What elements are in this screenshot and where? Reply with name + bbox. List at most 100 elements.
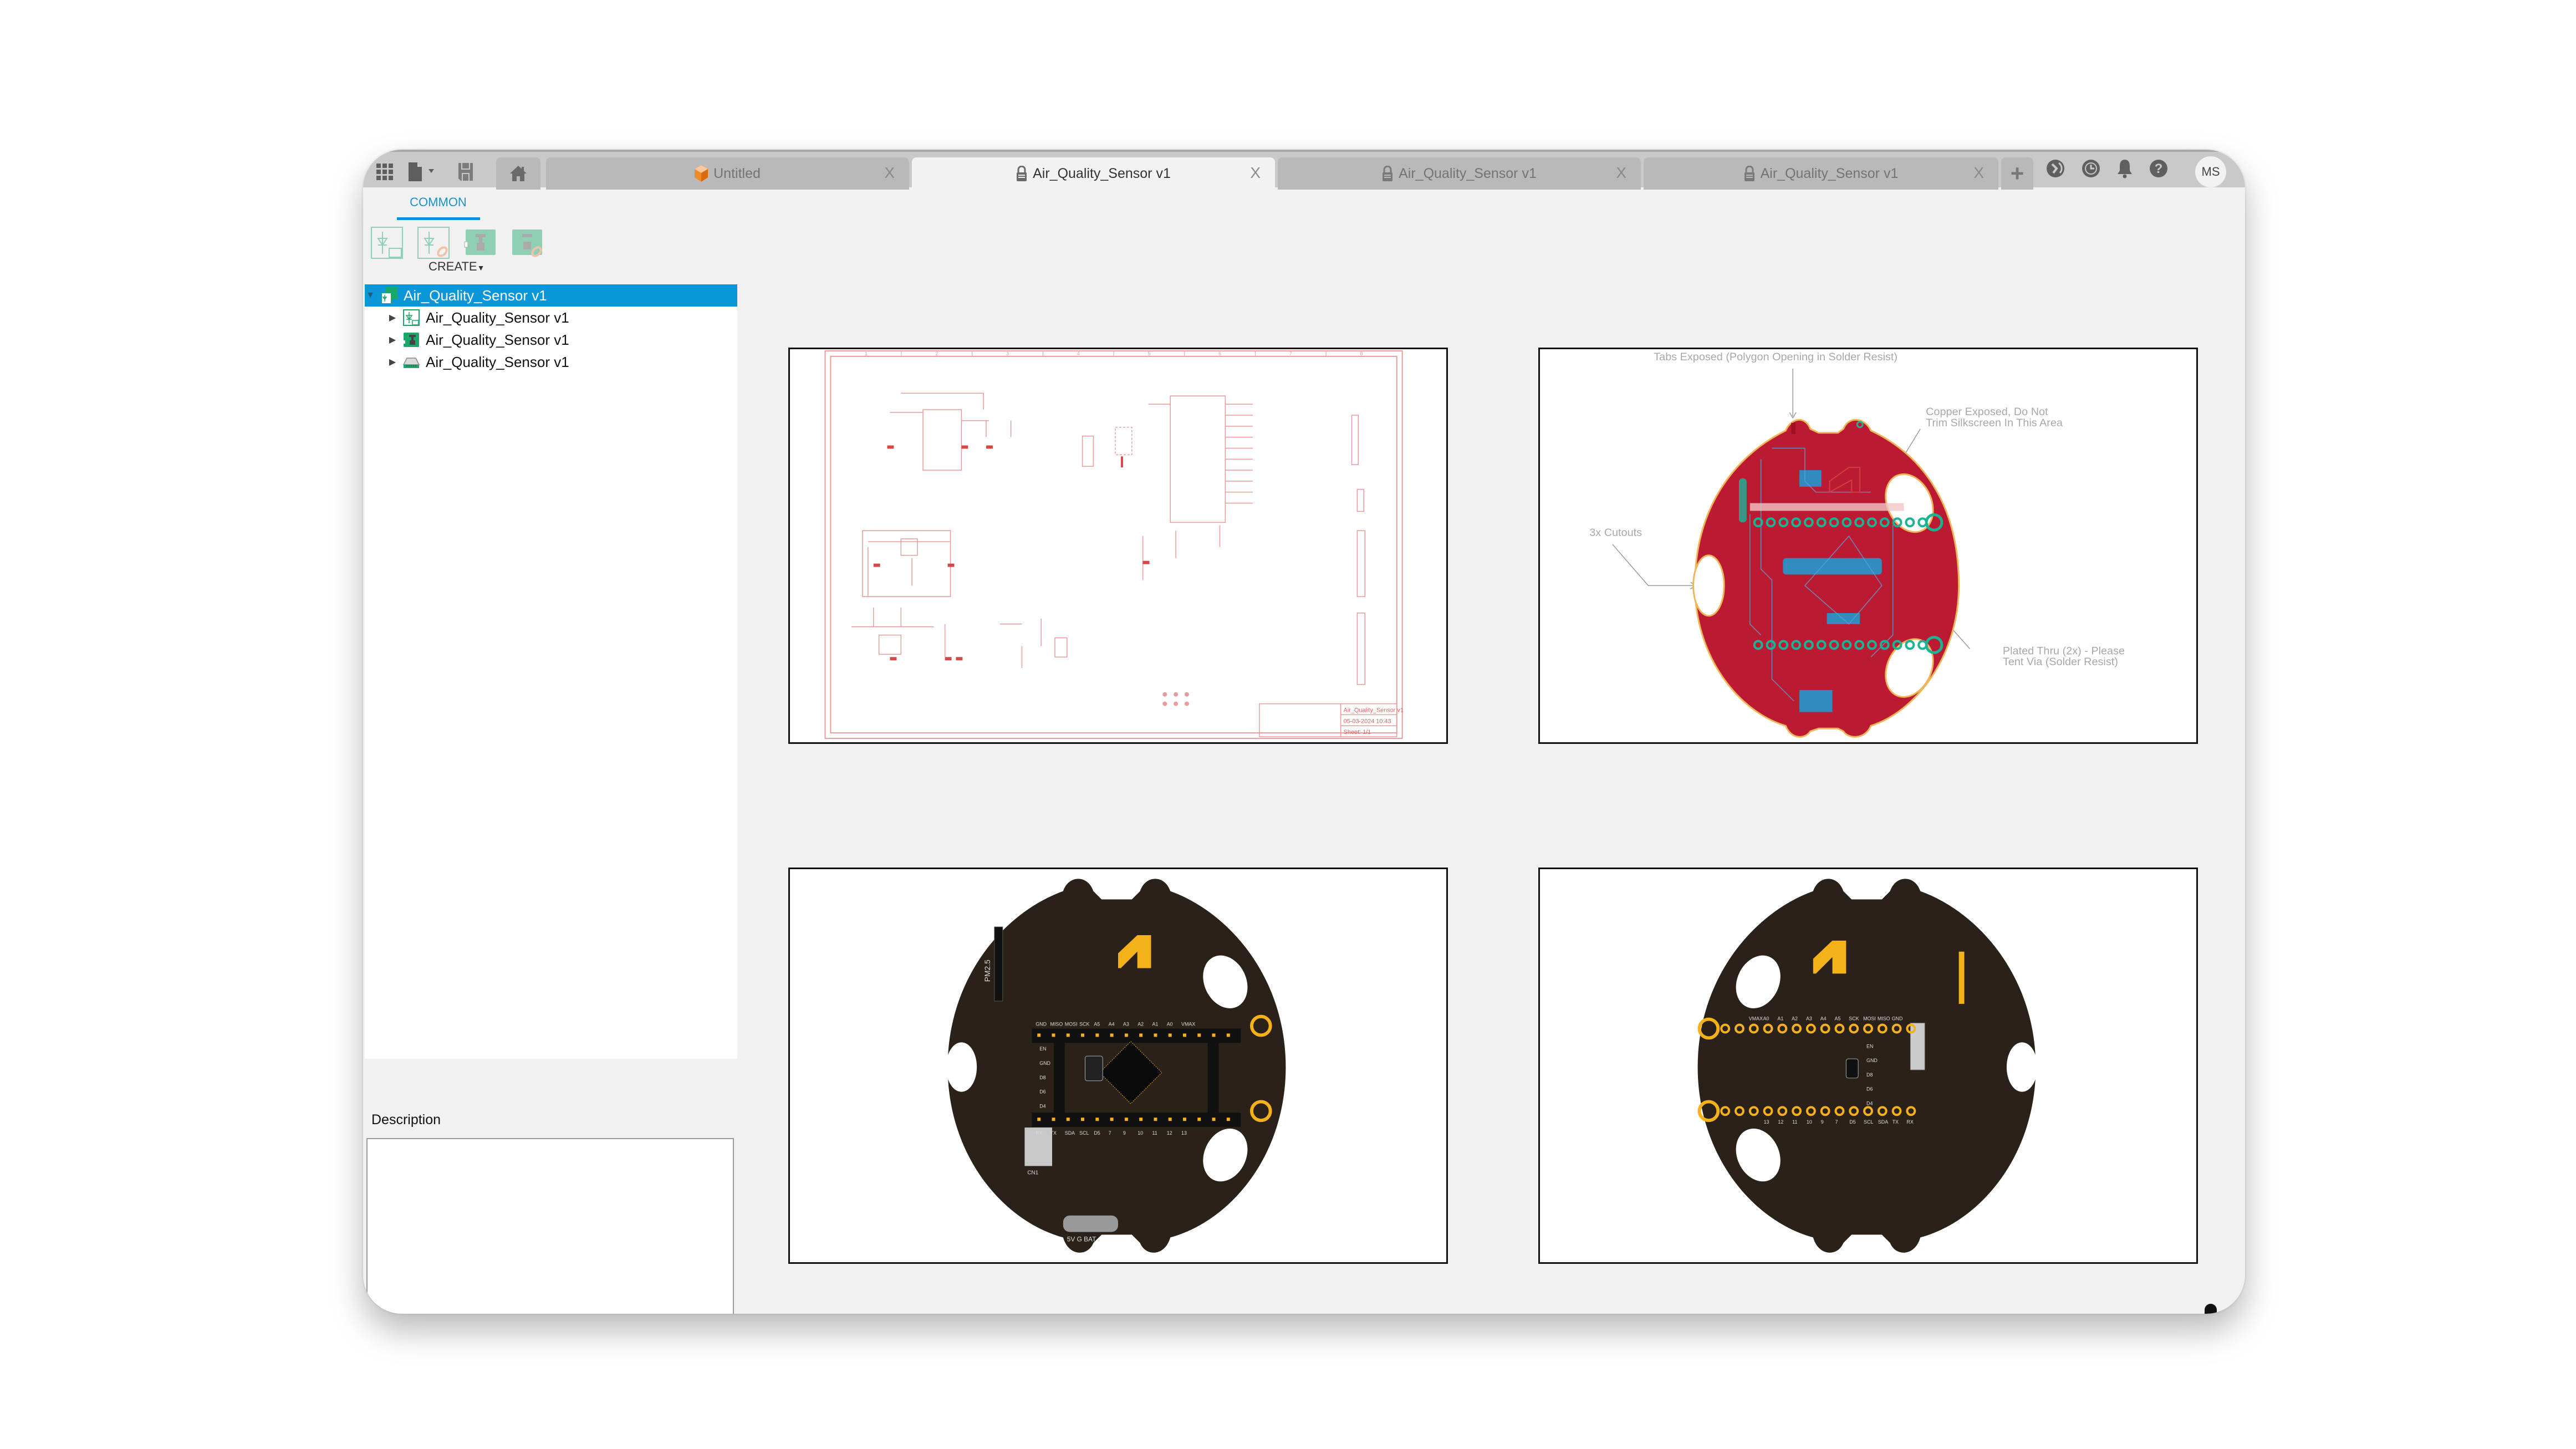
annotation-copper-exposed-2: Trim Silkscreen In This Area bbox=[1926, 417, 2063, 429]
column-mark: 4 bbox=[1077, 351, 1080, 356]
side-label: D6 bbox=[1039, 1089, 1045, 1095]
left-panel: COMMON CREATE▼ ▼ Air_Quality_Sensor v1 ▶… bbox=[365, 187, 739, 1314]
description-label: Description bbox=[371, 1112, 441, 1127]
extensions-icon[interactable] bbox=[2046, 159, 2065, 178]
header-label: 10 bbox=[1807, 1119, 1812, 1125]
jp3-pins bbox=[1063, 1215, 1118, 1232]
new-tab-button[interactable]: + bbox=[2001, 157, 2033, 190]
notifications-icon[interactable] bbox=[2116, 159, 2133, 178]
file-menu-button[interactable] bbox=[406, 162, 440, 182]
pin bbox=[1066, 1033, 1070, 1037]
header-label: 9 bbox=[1123, 1130, 1126, 1136]
tab-air-quality-sensor-active[interactable]: Air_Quality_Sensor v1 X bbox=[912, 157, 1275, 190]
link-pcb-icon[interactable] bbox=[510, 226, 544, 259]
expand-caret-icon[interactable]: ▼ bbox=[365, 290, 376, 300]
link-schematic-icon[interactable] bbox=[417, 226, 451, 259]
close-icon[interactable]: X bbox=[1250, 164, 1261, 182]
save-icon[interactable] bbox=[456, 162, 475, 182]
pin bbox=[1168, 1118, 1172, 1121]
expand-caret-icon[interactable]: ▶ bbox=[387, 334, 398, 345]
header-label: SCL bbox=[1079, 1130, 1089, 1136]
pin bbox=[1037, 1033, 1041, 1037]
header-label: A5 bbox=[1094, 1022, 1100, 1027]
cutout-left bbox=[946, 1042, 977, 1092]
tree-item-3d-pcb[interactable]: ▶ Air_Quality_Sensor v1 bbox=[365, 351, 737, 373]
ribbon-toolbar bbox=[370, 226, 544, 259]
tree-item-pcb[interactable]: ▶ Air_Quality_Sensor v1 bbox=[365, 329, 737, 351]
pin bbox=[1183, 1118, 1186, 1121]
pm25-label: PM2.5 bbox=[983, 960, 992, 982]
header-jp6 bbox=[1032, 1113, 1241, 1127]
pcb-3d-bottom-preview[interactable]: VMAX A0 A1 A2 A3 A4 A5 SCK MOSI MISO GND 13 12 11 10 9 7… bbox=[1538, 868, 2198, 1264]
column-mark: 7 bbox=[1289, 351, 1292, 356]
home-tab[interactable] bbox=[496, 157, 540, 190]
header-label: 10 bbox=[1137, 1130, 1143, 1136]
side-label: D6 bbox=[1866, 1086, 1873, 1092]
side-label: EN bbox=[1866, 1043, 1873, 1049]
header-label: 11 bbox=[1152, 1130, 1157, 1136]
schematic-drawing: 12345678 Air_Quality_Sensor v1 05-03-202… bbox=[824, 350, 1404, 739]
close-icon[interactable]: X bbox=[1973, 164, 1984, 182]
close-icon[interactable]: X bbox=[1616, 164, 1626, 182]
expand-caret-icon[interactable]: ▶ bbox=[387, 312, 398, 323]
column-mark: 5 bbox=[1147, 351, 1150, 356]
tree-item-schematic[interactable]: ▶ Air_Quality_Sensor v1 bbox=[365, 307, 737, 329]
header-label: 13 bbox=[1764, 1119, 1769, 1125]
header-label: 7 bbox=[1109, 1130, 1111, 1136]
tab-air-quality-sensor-2[interactable]: Air_Quality_Sensor v1 X bbox=[1278, 157, 1641, 190]
pin bbox=[1197, 1118, 1201, 1121]
header-label: SDA bbox=[1878, 1119, 1888, 1125]
header-label: D5 bbox=[1094, 1130, 1100, 1136]
header-label: 11 bbox=[1792, 1119, 1797, 1125]
schematic-preview[interactable]: 12345678 Air_Quality_Sensor v1 05-03-202… bbox=[788, 348, 1448, 744]
header-label: SCL bbox=[1864, 1119, 1873, 1125]
power-pin-labels: 5V G BAT bbox=[1067, 1235, 1096, 1243]
column-mark: 1 bbox=[865, 351, 868, 356]
header-label: MISO bbox=[1878, 1016, 1890, 1022]
description-field[interactable] bbox=[366, 1138, 734, 1314]
new-pcb-icon[interactable] bbox=[463, 226, 498, 259]
user-avatar[interactable]: MS bbox=[2195, 156, 2226, 187]
close-icon[interactable]: X bbox=[884, 164, 895, 182]
help-icon[interactable]: ? bbox=[2149, 159, 2169, 178]
pin bbox=[1139, 1033, 1143, 1037]
header-label: RX bbox=[1906, 1119, 1913, 1125]
electronics-design-icon bbox=[381, 287, 398, 304]
ribbon-tab-common[interactable]: COMMON bbox=[395, 195, 481, 210]
resize-handle[interactable] bbox=[2205, 1304, 2217, 1314]
tab-air-quality-sensor-3[interactable]: Air_Quality_Sensor v1 X bbox=[1644, 157, 1998, 190]
home-icon bbox=[510, 166, 527, 181]
grid-icon[interactable] bbox=[375, 162, 394, 182]
annotation-plated-thru-1: Plated Thru (2x) - Please bbox=[2003, 645, 2125, 657]
tab-label: Air_Quality_Sensor v1 bbox=[1033, 165, 1171, 181]
header-label: MOSI bbox=[1863, 1016, 1876, 1022]
file-icon bbox=[409, 162, 434, 181]
tree-item-root[interactable]: ▼ Air_Quality_Sensor v1 bbox=[365, 284, 737, 307]
header-label: 7 bbox=[1835, 1119, 1838, 1125]
pin bbox=[1052, 1118, 1055, 1121]
create-menu-button[interactable]: CREATE▼ bbox=[429, 259, 484, 274]
header-label: A0 bbox=[1763, 1016, 1769, 1022]
tab-untitled[interactable]: Untitled X bbox=[546, 157, 909, 190]
board-bottom bbox=[1697, 879, 2036, 1253]
pcb-3d-top-preview[interactable]: GND MISO MOSI SCK A5 A4 A3 A2 A1 A0 VMAX RX TX SDA SCL… bbox=[788, 868, 1448, 1264]
pin bbox=[1183, 1033, 1186, 1037]
annotation-plated-thru-2: Tent Via (Solder Resist) bbox=[2003, 656, 2118, 668]
header-label: 9 bbox=[1821, 1119, 1824, 1125]
expand-caret-icon[interactable]: ▶ bbox=[387, 356, 398, 368]
browser-tree: ▼ Air_Quality_Sensor v1 ▶ Air_Quality_Se… bbox=[365, 284, 737, 1059]
header-label: GND bbox=[1035, 1022, 1047, 1027]
column-mark: 3 bbox=[1006, 351, 1009, 356]
pcb-2d-preview[interactable]: Tabs Exposed (Polygon Opening in Solder … bbox=[1538, 348, 2198, 744]
pin bbox=[1154, 1118, 1157, 1121]
tree-item-label: Air_Quality_Sensor v1 bbox=[426, 309, 569, 326]
job-status-icon[interactable] bbox=[2081, 159, 2101, 178]
title-block-date: 05-03-2024 10:43 bbox=[1344, 718, 1391, 724]
schematic-mounting-holes bbox=[1162, 692, 1189, 706]
pin bbox=[1168, 1033, 1172, 1037]
tree-item-label: Air_Quality_Sensor v1 bbox=[404, 287, 547, 304]
schematic-capacitors bbox=[873, 445, 1150, 661]
pin bbox=[1052, 1033, 1055, 1037]
new-schematic-icon[interactable] bbox=[370, 226, 405, 259]
header-label: MOSI bbox=[1065, 1022, 1078, 1027]
